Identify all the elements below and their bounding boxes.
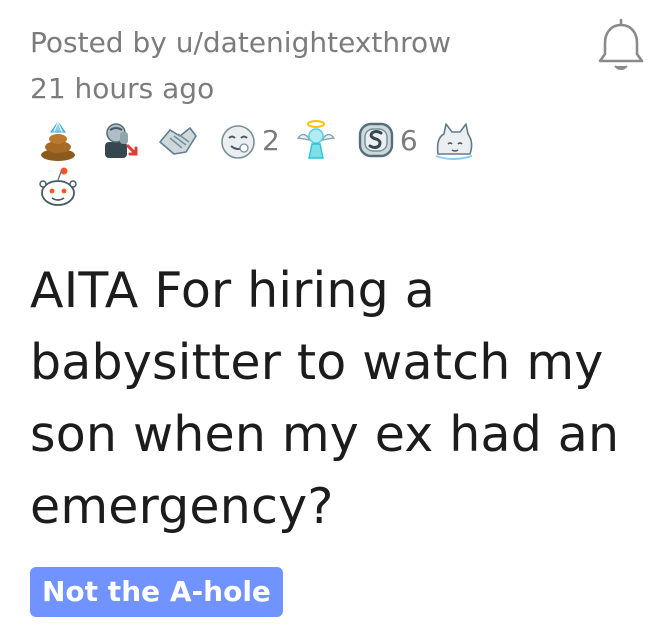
post-meta: Posted by u/datenightexthrow 21 hours ag… [30, 20, 570, 112]
handshake-award-icon[interactable] [156, 118, 200, 162]
silver-award-count: 6 [399, 123, 418, 157]
bell-icon[interactable] [590, 16, 652, 78]
facepalm-award-icon[interactable] [96, 118, 140, 162]
snoo-award-icon[interactable] [36, 166, 80, 210]
poop-award-icon[interactable] [36, 118, 80, 162]
wholesome-award-count: 2 [262, 123, 280, 157]
posted-by[interactable]: Posted by u/datenightexthrow [30, 20, 570, 66]
awards-row-1: 2 6 [36, 116, 556, 164]
post-flair[interactable]: Not the A-hole [30, 567, 283, 617]
angel-award-icon[interactable] [294, 118, 338, 162]
wholesome-award-icon[interactable] [216, 118, 260, 162]
post-time[interactable]: 21 hours ago [30, 66, 570, 112]
cat-award-icon[interactable] [432, 118, 476, 162]
awards-bar: 2 6 [36, 116, 556, 212]
post-title[interactable]: AITA For hiring a babysitter to watch my… [30, 255, 630, 543]
silver-award-icon[interactable] [354, 118, 398, 162]
awards-row-2 [36, 164, 556, 212]
